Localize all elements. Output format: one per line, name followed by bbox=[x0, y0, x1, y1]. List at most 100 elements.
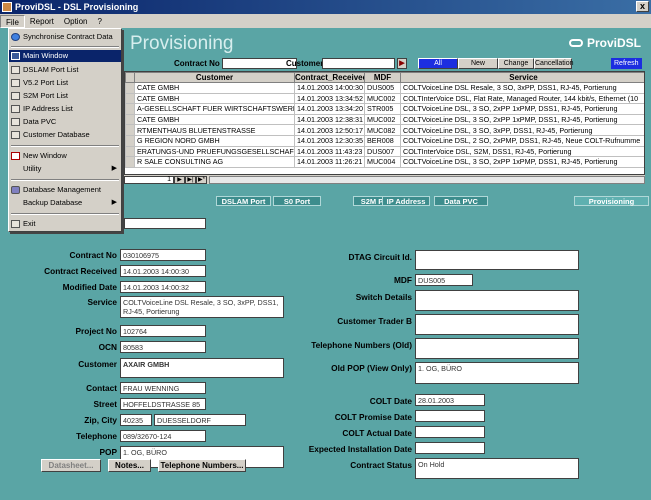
table-row[interactable]: A-GESELLSCHAFT FUER WIRTSCHAFTSWERBUNG M… bbox=[125, 103, 644, 115]
record-field[interactable] bbox=[124, 218, 206, 229]
menu-file[interactable]: File bbox=[0, 14, 25, 28]
close-button[interactable]: x bbox=[636, 1, 649, 12]
row-selector[interactable] bbox=[125, 103, 135, 115]
menu-item-main-window[interactable]: Main Window bbox=[9, 50, 121, 62]
zip-field[interactable]: 40235 bbox=[120, 414, 152, 426]
submenu-arrow-icon: ▶ bbox=[111, 199, 117, 206]
street-field[interactable]: HOFFELDSTRASSE 85 bbox=[120, 398, 206, 410]
telephone-numbers-button[interactable]: Telephone Numbers... bbox=[158, 459, 246, 472]
colt-promise-date-label: COLT Promise Date bbox=[334, 412, 412, 422]
tab-s0-port[interactable]: S0 Port bbox=[273, 196, 321, 206]
row-selector[interactable] bbox=[125, 113, 135, 126]
modified-date-field[interactable]: 14.01.2003 14:00:32 bbox=[120, 281, 206, 293]
column-header-mdf[interactable]: MDF bbox=[364, 72, 401, 83]
contact-field[interactable]: FRAU WENNING bbox=[120, 382, 206, 394]
menu-item-label: Customer Database bbox=[23, 130, 90, 139]
last-record-button[interactable]: ▶| bbox=[185, 175, 196, 184]
table-row[interactable]: RTMENTHAUS BLUETENSTRASSE 14.01.2003 12:5… bbox=[125, 124, 644, 136]
row-selector[interactable] bbox=[125, 92, 135, 105]
app-icon bbox=[2, 2, 12, 12]
city-field[interactable]: DUESSELDORF bbox=[154, 414, 246, 426]
colt-actual-date-field[interactable] bbox=[415, 426, 485, 438]
menu-item-dslam-port-list[interactable]: DSLAM Port List bbox=[9, 64, 121, 76]
list-icon bbox=[11, 131, 20, 139]
page-number-input[interactable]: 1 bbox=[124, 175, 174, 184]
table-row[interactable]: CATE GMBH 14.01.2003 13:34:52 MUC002 COLTIn… bbox=[125, 92, 644, 105]
filter-change-button[interactable]: Change bbox=[498, 58, 534, 69]
colt-promise-date-field[interactable] bbox=[415, 410, 485, 422]
tab-data-pvc[interactable]: Data PVC bbox=[434, 196, 488, 206]
menu-item-data-pvc[interactable]: Data PVC bbox=[9, 116, 121, 128]
table-row[interactable]: G REGION NORD GMBH 14.01.2003 12:30:35 BER… bbox=[125, 134, 644, 147]
contract-status-field[interactable]: On Hold bbox=[415, 458, 579, 479]
menu-item-backup-database[interactable]: Backup Database ▶ bbox=[9, 197, 121, 209]
column-header-contract-received[interactable]: Contract_Received bbox=[294, 72, 365, 83]
dtag-circuit-field[interactable] bbox=[415, 250, 579, 270]
menu-help[interactable]: ? bbox=[92, 15, 106, 28]
tab-ip-address[interactable]: IP Address bbox=[382, 196, 430, 206]
ocn-field[interactable]: 80583 bbox=[120, 341, 206, 353]
horizontal-scrollbar[interactable] bbox=[209, 175, 645, 184]
project-no-field[interactable]: 102764 bbox=[120, 325, 206, 337]
contract-no-field[interactable]: 030106975 bbox=[120, 249, 206, 261]
telephone-numbers-old-field[interactable] bbox=[415, 338, 579, 359]
menu-item-database-management[interactable]: Database Management bbox=[9, 184, 121, 196]
filter-new-button[interactable]: New bbox=[458, 58, 498, 69]
menu-item-new-window[interactable]: New Window bbox=[9, 150, 121, 162]
window-title: ProviDSL - DSL Provisioning bbox=[15, 2, 139, 12]
row-selector[interactable] bbox=[125, 134, 135, 147]
expected-installation-label: Expected Installation Date bbox=[308, 444, 412, 454]
project-no-label: Project No bbox=[75, 326, 118, 336]
row-selector[interactable] bbox=[125, 145, 135, 158]
menu-report[interactable]: Report bbox=[25, 15, 59, 28]
cell-mdf: DUS007 bbox=[364, 145, 401, 158]
customer-input[interactable] bbox=[322, 58, 395, 69]
tab-dslam-port[interactable]: DSLAM Port bbox=[216, 196, 271, 206]
menu-item-label: Exit bbox=[23, 219, 36, 228]
table-row[interactable]: R SALE CONSULTING AG 14.01.2003 11:26:21 M… bbox=[125, 156, 644, 168]
menu-item-customer-database[interactable]: Customer Database bbox=[9, 129, 121, 141]
menu-separator bbox=[11, 213, 119, 215]
old-pop-field[interactable]: 1. OG, BÜRO bbox=[415, 362, 579, 384]
table-row[interactable]: ERATUNGS-UND PRUEFUNGSGESELLSCHAFT MBH14… bbox=[125, 145, 644, 158]
telephone-field[interactable]: 089/32670-124 bbox=[120, 430, 206, 442]
menu-item-s2m-port-list[interactable]: S2M Port List bbox=[9, 90, 121, 102]
menu-item-exit[interactable]: Exit bbox=[9, 218, 121, 230]
mdf-field[interactable]: DUS005 bbox=[415, 274, 473, 286]
menu-option[interactable]: Option bbox=[59, 15, 93, 28]
contract-received-field[interactable]: 14.01.2003 14:00:30 bbox=[120, 265, 206, 277]
menu-item-synchronise-contract-data[interactable]: Synchronise Contract Data bbox=[9, 31, 121, 43]
switch-details-field[interactable] bbox=[415, 290, 579, 311]
new-record-button[interactable]: ▶* bbox=[196, 175, 207, 184]
dtag-circuit-label: DTAG Circuit Id. bbox=[348, 252, 412, 262]
list-icon bbox=[11, 66, 20, 74]
exit-icon bbox=[11, 220, 20, 228]
table-row[interactable]: CATE GMBH 14.01.2003 14:00:30 DUS005 COLTVo… bbox=[125, 82, 644, 94]
row-selector[interactable] bbox=[125, 156, 135, 168]
menu-item-utility[interactable]: Utility ▶ bbox=[9, 163, 121, 175]
column-header-service[interactable]: Service bbox=[400, 72, 644, 83]
menu-item-v52-port-list[interactable]: V5.2 Port List bbox=[9, 77, 121, 89]
row-selector[interactable] bbox=[125, 124, 135, 136]
colt-date-label: COLT Date bbox=[369, 396, 412, 406]
next-record-button[interactable]: ▶ bbox=[174, 175, 185, 184]
menu-item-label: S2M Port List bbox=[23, 91, 69, 100]
cell-contract-received: 14.01.2003 11:43:23 bbox=[294, 145, 365, 158]
go-button[interactable]: ▶ bbox=[397, 58, 407, 69]
expected-installation-field[interactable] bbox=[415, 442, 485, 454]
table-row[interactable]: CATE GMBH 14.01.2003 12:38:31 MUC002 COLTVo… bbox=[125, 113, 644, 126]
datasheet-button[interactable]: Datasheet... bbox=[41, 459, 101, 472]
column-header-customer[interactable]: Customer bbox=[134, 72, 295, 83]
notes-button[interactable]: Notes... bbox=[108, 459, 151, 472]
filter-cancellation-button[interactable]: Cancellation bbox=[534, 58, 574, 69]
customer-trader-label: Customer Trader B bbox=[337, 316, 412, 326]
cell-service: COLTInterVoice DSL, S2M, DSS1, RJ-45, Po… bbox=[400, 145, 644, 158]
refresh-button[interactable]: Refresh bbox=[611, 58, 642, 69]
customer-trader-field[interactable] bbox=[415, 314, 579, 335]
colt-date-field[interactable]: 28.01.2003 17:00:00 bbox=[415, 394, 485, 406]
menu-item-ip-address-list[interactable]: IP Address List bbox=[9, 103, 121, 115]
cell-customer: ERATUNGS-UND PRUEFUNGSGESELLSCHAFT MBH bbox=[134, 145, 295, 158]
row-selector[interactable] bbox=[125, 82, 135, 94]
filter-all-button[interactable]: All bbox=[418, 58, 458, 69]
tab-provisioning[interactable]: Provisioning bbox=[574, 196, 649, 206]
